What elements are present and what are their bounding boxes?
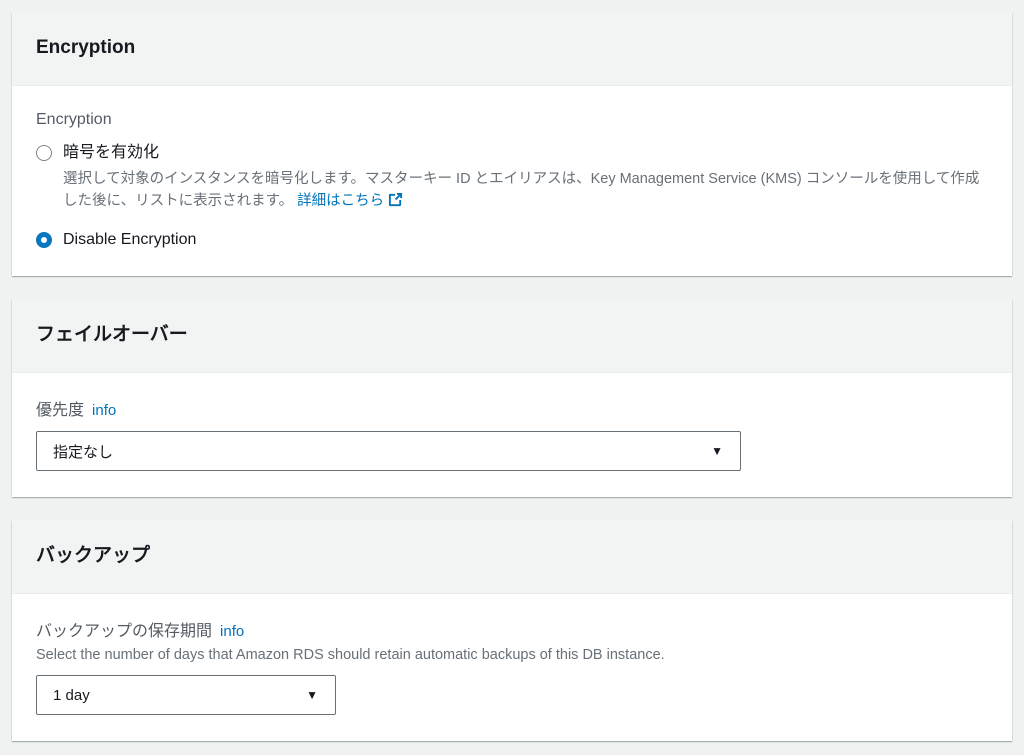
radio-selected-icon[interactable]	[36, 232, 52, 248]
backup-card-title: バックアップ	[36, 545, 151, 566]
learn-more-label[interactable]: 詳細はこちら	[297, 193, 384, 209]
retention-select[interactable]: 1 day ▼	[36, 675, 336, 715]
priority-select[interactable]: 指定なし ▼	[36, 431, 741, 471]
external-link-icon	[388, 192, 403, 211]
retention-info-link[interactable]: info	[220, 623, 244, 640]
enable-encryption-description-text: 選択して対象のインスタンスを暗号化します。マスターキー ID とエイリアスは、K…	[63, 171, 980, 209]
failover-card-header: フェイルオーバー	[12, 299, 1012, 373]
encryption-field-label: Encryption	[36, 111, 112, 128]
priority-field-label: 優先度	[36, 402, 85, 419]
radio-unselected-icon[interactable]	[36, 145, 52, 161]
failover-card-body: 優先度 info 指定なし ▼	[12, 373, 1012, 497]
enable-encryption-description: 選択して対象のインスタンスを暗号化します。マスターキー ID とエイリアスは、K…	[63, 168, 988, 214]
caret-down-icon: ▼	[711, 444, 723, 458]
encryption-card: Encryption Encryption 暗号を有効化 選択して対象のインスタ…	[12, 12, 1012, 276]
failover-label-row: 優先度 info	[36, 401, 988, 421]
encryption-card-title: Encryption	[36, 37, 136, 58]
priority-info-link[interactable]: info	[92, 402, 116, 419]
disable-encryption-option[interactable]: Disable Encryption	[36, 230, 988, 250]
failover-card-title: フェイルオーバー	[36, 324, 188, 345]
backup-card-header: バックアップ	[12, 520, 1012, 594]
encryption-card-header: Encryption	[12, 12, 1012, 86]
retention-description: Select the number of days that Amazon RD…	[36, 647, 665, 663]
priority-select-value: 指定なし	[53, 443, 114, 461]
failover-card: フェイルオーバー 優先度 info 指定なし ▼	[12, 299, 1012, 497]
enable-encryption-option[interactable]: 暗号を有効化	[36, 143, 988, 163]
retention-field-label: バックアップの保存期間	[36, 623, 213, 640]
backup-card: バックアップ バックアップの保存期間 info Select the numbe…	[12, 520, 1012, 741]
retention-select-value: 1 day	[53, 686, 90, 704]
page: Encryption Encryption 暗号を有効化 選択して対象のインスタ…	[0, 0, 1024, 753]
encryption-card-body: Encryption 暗号を有効化 選択して対象のインスタンスを暗号化します。マ…	[12, 86, 1012, 276]
backup-card-body: バックアップの保存期間 info Select the number of da…	[12, 594, 1012, 741]
enable-encryption-label[interactable]: 暗号を有効化	[63, 143, 159, 163]
caret-down-icon: ▼	[306, 688, 318, 702]
learn-more-link[interactable]: 詳細はこちら	[297, 192, 403, 211]
backup-label-row: バックアップの保存期間 info	[36, 622, 988, 642]
disable-encryption-label[interactable]: Disable Encryption	[63, 230, 196, 250]
